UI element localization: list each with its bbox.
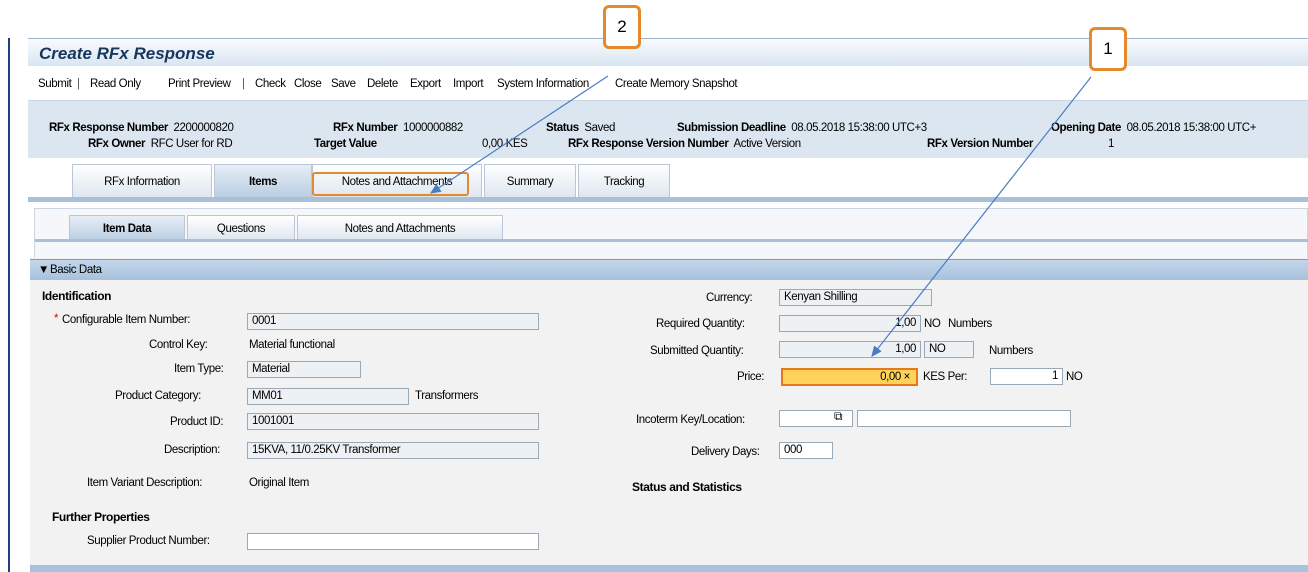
rfx-version-label: RFx Version Number xyxy=(927,138,1033,150)
target-value: 0,00 KES xyxy=(482,138,528,150)
tab-rfx-information[interactable]: RFx Information xyxy=(72,164,212,198)
delivery-days-label: Delivery Days: xyxy=(691,446,760,458)
main-tab-strip: RFx Information Items Notes and Attachme… xyxy=(28,162,1308,202)
status-value: Saved xyxy=(584,122,615,134)
item-variant-description-label: Item Variant Description: xyxy=(87,477,203,489)
item-type-label: Item Type: xyxy=(174,363,224,375)
sub-tab-strip-base xyxy=(35,239,1308,242)
callout-2: 2 xyxy=(603,5,641,49)
item-type-field[interactable]: Material xyxy=(247,361,361,378)
value-help-icon[interactable]: ⧉ xyxy=(834,409,843,424)
submitted-quantity-unit-text: Numbers xyxy=(989,345,1033,357)
supplier-product-number-input[interactable] xyxy=(247,533,539,550)
supplier-product-number-label: Supplier Product Number: xyxy=(87,535,210,547)
delete-button[interactable]: Delete xyxy=(367,78,398,90)
opening-date: 08.05.2018 15:38:00 UTC+ xyxy=(1126,122,1257,134)
required-marker: * xyxy=(54,313,59,325)
incoterm-location-input[interactable] xyxy=(857,410,1071,427)
import-button[interactable]: Import xyxy=(453,78,484,90)
tab-items[interactable]: Items xyxy=(214,164,312,198)
control-key-value: Material functional xyxy=(249,339,335,351)
identification-heading: Identification xyxy=(42,289,112,303)
price-unit-quantity-input[interactable]: 1 xyxy=(990,368,1063,385)
submission-deadline: 08.05.2018 15:38:00 UTC+3 xyxy=(791,122,927,134)
toolbar-separator: | xyxy=(77,78,80,90)
page-title: Create RFx Response xyxy=(39,44,215,63)
collapse-triangle-icon: ▼ xyxy=(38,264,49,276)
product-category-label: Product Category: xyxy=(115,390,201,402)
tab-summary[interactable]: Summary xyxy=(484,164,576,198)
header-info: RFx Response Number 2200000820 RFx Numbe… xyxy=(28,100,1308,158)
submission-deadline-label: Submission Deadline xyxy=(677,122,786,134)
submitted-quantity-field[interactable]: 1,00 xyxy=(779,341,921,358)
response-version: Active Version xyxy=(733,138,801,150)
status-label: Status xyxy=(546,122,579,134)
currency-field[interactable]: Kenyan Shilling xyxy=(779,289,932,306)
description-label: Description: xyxy=(164,444,220,456)
target-value-label: Target Value xyxy=(314,138,377,150)
rfx-owner-label: RFx Owner xyxy=(88,138,146,150)
panel-bottom-bar xyxy=(30,565,1308,572)
required-quantity-unit-text: Numbers xyxy=(948,318,992,330)
tab-questions[interactable]: Questions xyxy=(187,215,295,241)
toolbar: Submit | Read Only Print Preview | Check… xyxy=(28,68,1308,98)
section-title: Basic Data xyxy=(50,264,102,276)
status-and-statistics-heading: Status and Statistics xyxy=(632,480,742,494)
opening-date-label: Opening Date xyxy=(1051,122,1121,134)
configurable-item-number-field[interactable]: 0001 xyxy=(247,313,539,330)
product-id-field[interactable]: 1001001 xyxy=(247,413,539,430)
rfx-response-number: 2200000820 xyxy=(173,122,234,134)
tab-strip-base xyxy=(28,197,1308,202)
item-variant-description-value: Original Item xyxy=(249,477,309,489)
delivery-days-input[interactable]: 000 xyxy=(779,442,833,459)
price-unit: NO xyxy=(1066,371,1083,383)
price-currency-per-label: KES Per: xyxy=(923,371,968,383)
currency-label: Currency: xyxy=(706,292,753,304)
incoterm-key-location-label: Incoterm Key/Location: xyxy=(636,414,745,426)
rfx-response-number-label: RFx Response Number xyxy=(49,122,168,134)
callout-1: 1 xyxy=(1089,27,1127,71)
system-information-button[interactable]: System Information xyxy=(497,78,589,90)
notes-tab-highlight xyxy=(312,172,469,196)
create-memory-snapshot-button[interactable]: Create Memory Snapshot xyxy=(615,78,738,90)
print-preview-button[interactable]: Print Preview xyxy=(168,78,231,90)
clear-icon[interactable]: × xyxy=(904,371,911,383)
control-key-label: Control Key: xyxy=(149,339,208,351)
further-properties-heading: Further Properties xyxy=(52,510,150,524)
product-category-field[interactable]: MM01 xyxy=(247,388,409,405)
tab-tracking[interactable]: Tracking xyxy=(578,164,670,198)
basic-data-section-header[interactable]: ▼ Basic Data xyxy=(30,259,1308,280)
required-quantity-unit: NO xyxy=(924,318,941,330)
response-version-label: RFx Response Version Number xyxy=(568,138,729,150)
rfx-number: 1000000882 xyxy=(402,122,463,134)
submitted-quantity-unit-field[interactable]: NO xyxy=(924,341,974,358)
price-input[interactable]: 0,00 × xyxy=(781,368,918,386)
price-value: 0,00 xyxy=(880,371,901,383)
save-button[interactable]: Save xyxy=(331,78,356,90)
product-category-text: Transformers xyxy=(415,390,479,402)
check-button[interactable]: Check xyxy=(255,78,286,90)
left-frame-rule xyxy=(8,38,10,572)
close-button[interactable]: Close xyxy=(294,78,322,90)
sub-tab-strip: Item Data Questions Notes and Attachment… xyxy=(35,215,1308,242)
export-button[interactable]: Export xyxy=(410,78,441,90)
required-quantity-field[interactable]: 1,00 xyxy=(779,315,921,332)
submitted-quantity-label: Submitted Quantity: xyxy=(650,345,744,357)
price-label: Price: xyxy=(737,371,764,383)
rfx-number-label: RFx Number xyxy=(333,122,398,134)
submit-button[interactable]: Submit xyxy=(38,78,72,90)
description-field[interactable]: 15KVA, 11/0.25KV Transformer xyxy=(247,442,539,459)
toolbar-separator: | xyxy=(242,78,245,90)
rfx-version: 1 xyxy=(1108,138,1114,150)
tab-item-data[interactable]: Item Data xyxy=(69,215,185,241)
product-id-label: Product ID: xyxy=(170,416,224,428)
read-only-button[interactable]: Read Only xyxy=(90,78,141,90)
required-quantity-label: Required Quantity: xyxy=(656,318,745,330)
configurable-item-number-label: Configurable Item Number: xyxy=(62,314,191,326)
rfx-owner: RFC User for RD xyxy=(150,138,233,150)
tab-item-notes-and-attachments[interactable]: Notes and Attachments xyxy=(297,215,503,241)
